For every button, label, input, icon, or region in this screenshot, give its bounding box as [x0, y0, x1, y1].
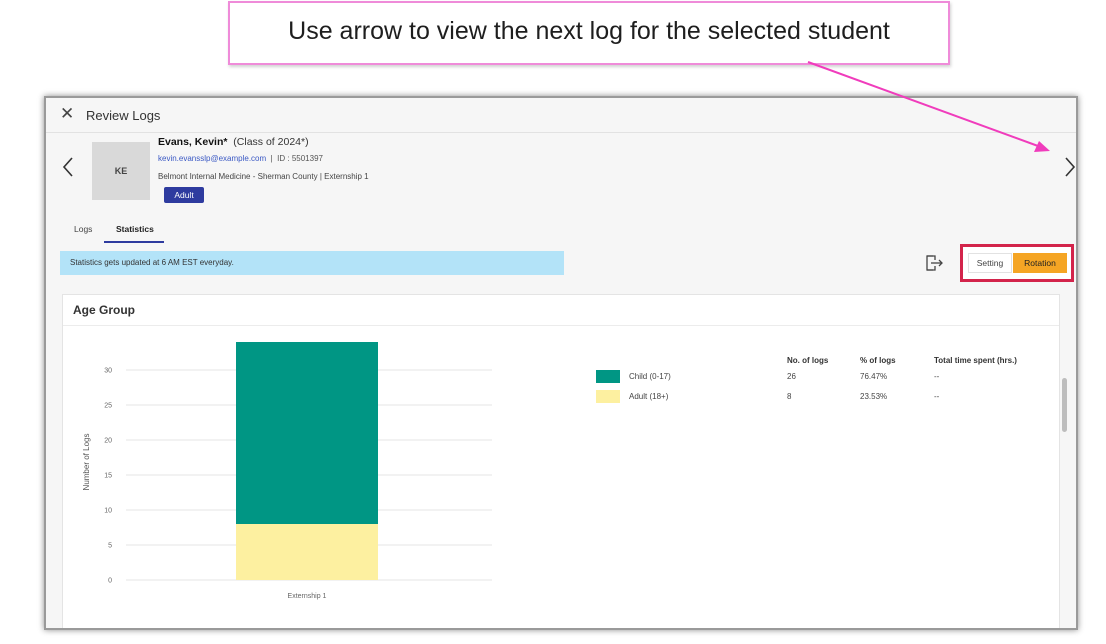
legend-header-time: Total time spent (hrs.) — [934, 356, 1017, 365]
y-tick-label: 5 — [108, 543, 112, 550]
legend-swatch-adult — [596, 390, 620, 403]
bar-child — [236, 342, 378, 524]
legend-header-count: No. of logs — [787, 356, 829, 365]
y-tick-label: 10 — [104, 508, 112, 515]
y-tick-label: 30 — [104, 368, 112, 375]
legend-time: -- — [934, 372, 940, 381]
y-tick-label: 15 — [104, 473, 112, 480]
legend-swatch-child — [596, 370, 620, 383]
y-axis-title: Number of Logs — [82, 434, 91, 491]
legend-count: 26 — [787, 372, 796, 381]
y-tick-label: 0 — [108, 578, 112, 585]
bar-adult — [236, 524, 378, 580]
legend-row-adult: Adult (18+) 8 23.53% -- — [596, 390, 996, 404]
legend-row-child: Child (0-17) 26 76.47% -- — [596, 370, 996, 384]
y-tick-label: 20 — [104, 438, 112, 445]
y-tick-label: 25 — [104, 403, 112, 410]
legend-header-percent: % of logs — [860, 356, 896, 365]
legend-percent: 76.47% — [860, 372, 888, 381]
x-tick-label: Externship 1 — [288, 593, 327, 600]
legend-label: Child (0-17) — [629, 372, 671, 381]
age-group-chart: 0 5 10 15 20 25 30 Number of Logs Externship 1 — [82, 342, 492, 600]
legend-count: 8 — [787, 392, 792, 401]
legend-label: Adult (18+) — [629, 392, 669, 401]
legend-time: -- — [934, 392, 940, 401]
legend-percent: 23.53% — [860, 392, 888, 401]
